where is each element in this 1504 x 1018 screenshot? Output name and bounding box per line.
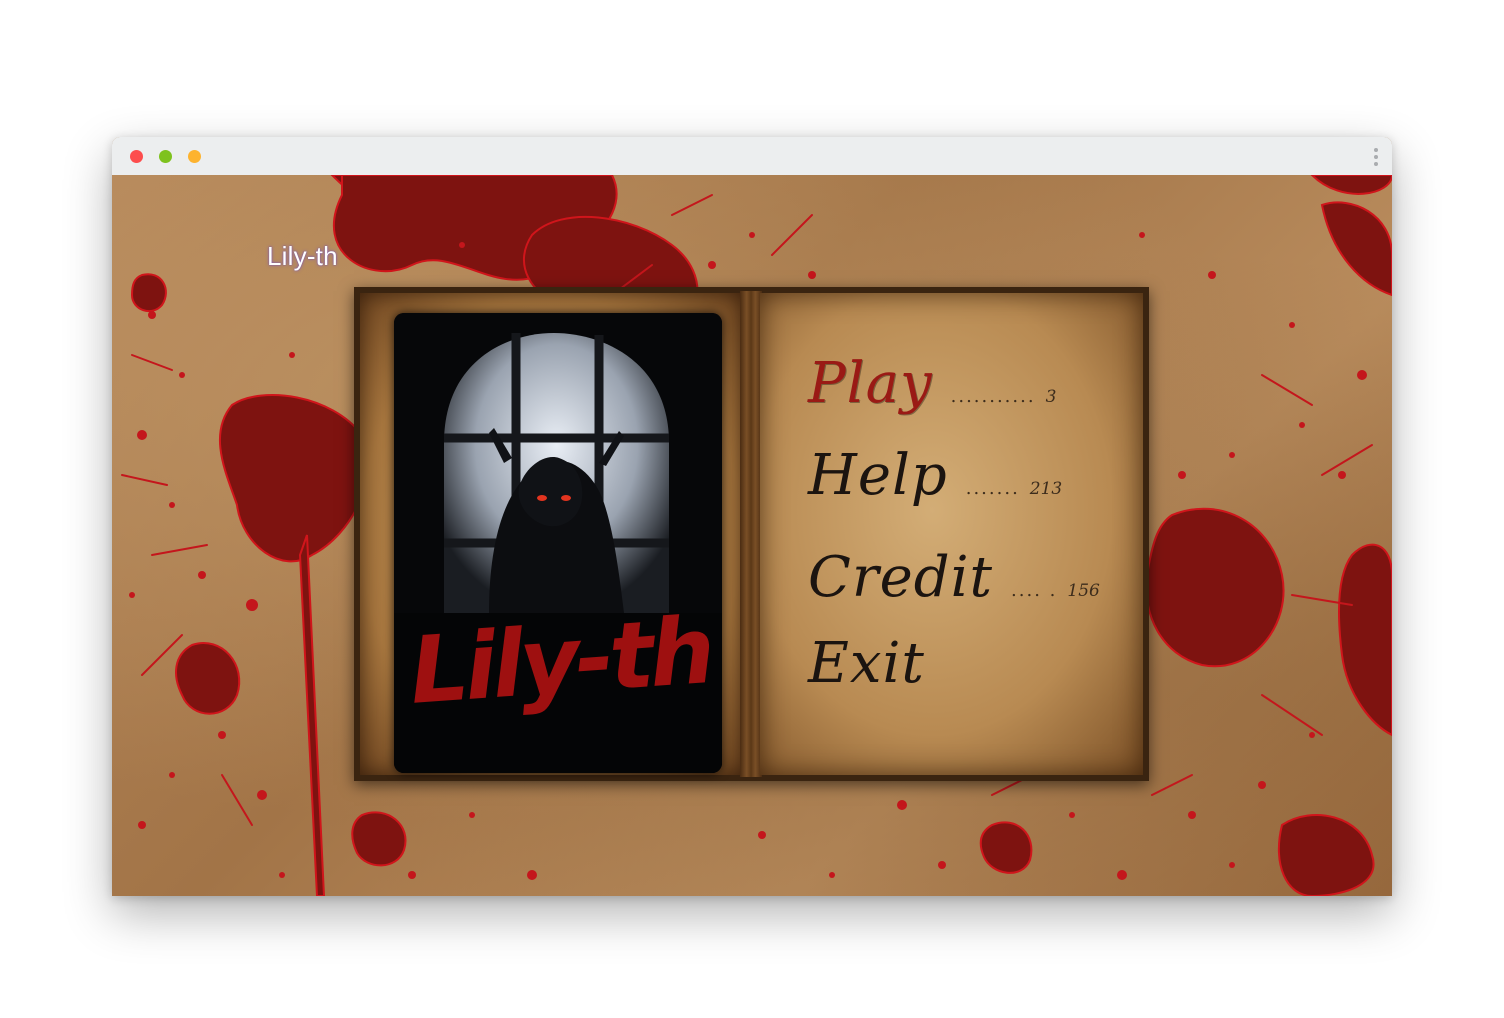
game-canvas[interactable]: Lily-th Lily-th Play ........... 3 Help … xyxy=(112,175,1392,896)
menu-help-button[interactable]: Help ....... 213 xyxy=(808,443,1062,513)
menu-credit-label: Credit xyxy=(808,545,994,610)
cover-artwork: Lily-th xyxy=(394,313,722,773)
menu-credit-dots: .... . xyxy=(1011,580,1058,601)
minimize-button[interactable] xyxy=(159,150,172,163)
menu-play-label: Play xyxy=(808,351,933,416)
menu-book: Lily-th Play ........... 3 Help ....... … xyxy=(354,287,1149,781)
more-options-icon[interactable] xyxy=(1372,146,1380,168)
menu-exit-button[interactable]: Exit xyxy=(808,631,925,701)
menu-play-page: 3 xyxy=(1045,387,1057,407)
book-left-page: Lily-th xyxy=(360,293,742,775)
menu-help-dots: ....... xyxy=(965,478,1020,499)
game-title: Lily-th xyxy=(267,241,338,271)
menu-play-button[interactable]: Play ........... 3 xyxy=(808,351,1056,421)
close-button[interactable] xyxy=(130,150,143,163)
menu-help-label: Help xyxy=(808,443,948,508)
menu-help-page: 213 xyxy=(1029,479,1063,499)
book-right-page: Play ........... 3 Help ....... 213 Cred… xyxy=(760,293,1143,775)
haunted-window-illustration: Lily-th xyxy=(394,313,722,773)
cover-logo: Lily-th xyxy=(406,597,714,725)
maximize-button[interactable] xyxy=(188,150,201,163)
menu-credit-button[interactable]: Credit .... . 156 xyxy=(808,545,1100,615)
book-spine xyxy=(740,291,762,777)
browser-window: Lily-th Lily-th Play ........... 3 Help … xyxy=(112,137,1392,896)
menu-play-dots: ........... xyxy=(950,386,1036,407)
menu-credit-page: 156 xyxy=(1067,581,1100,601)
menu-exit-label: Exit xyxy=(808,631,925,696)
window-titlebar xyxy=(112,137,1392,176)
